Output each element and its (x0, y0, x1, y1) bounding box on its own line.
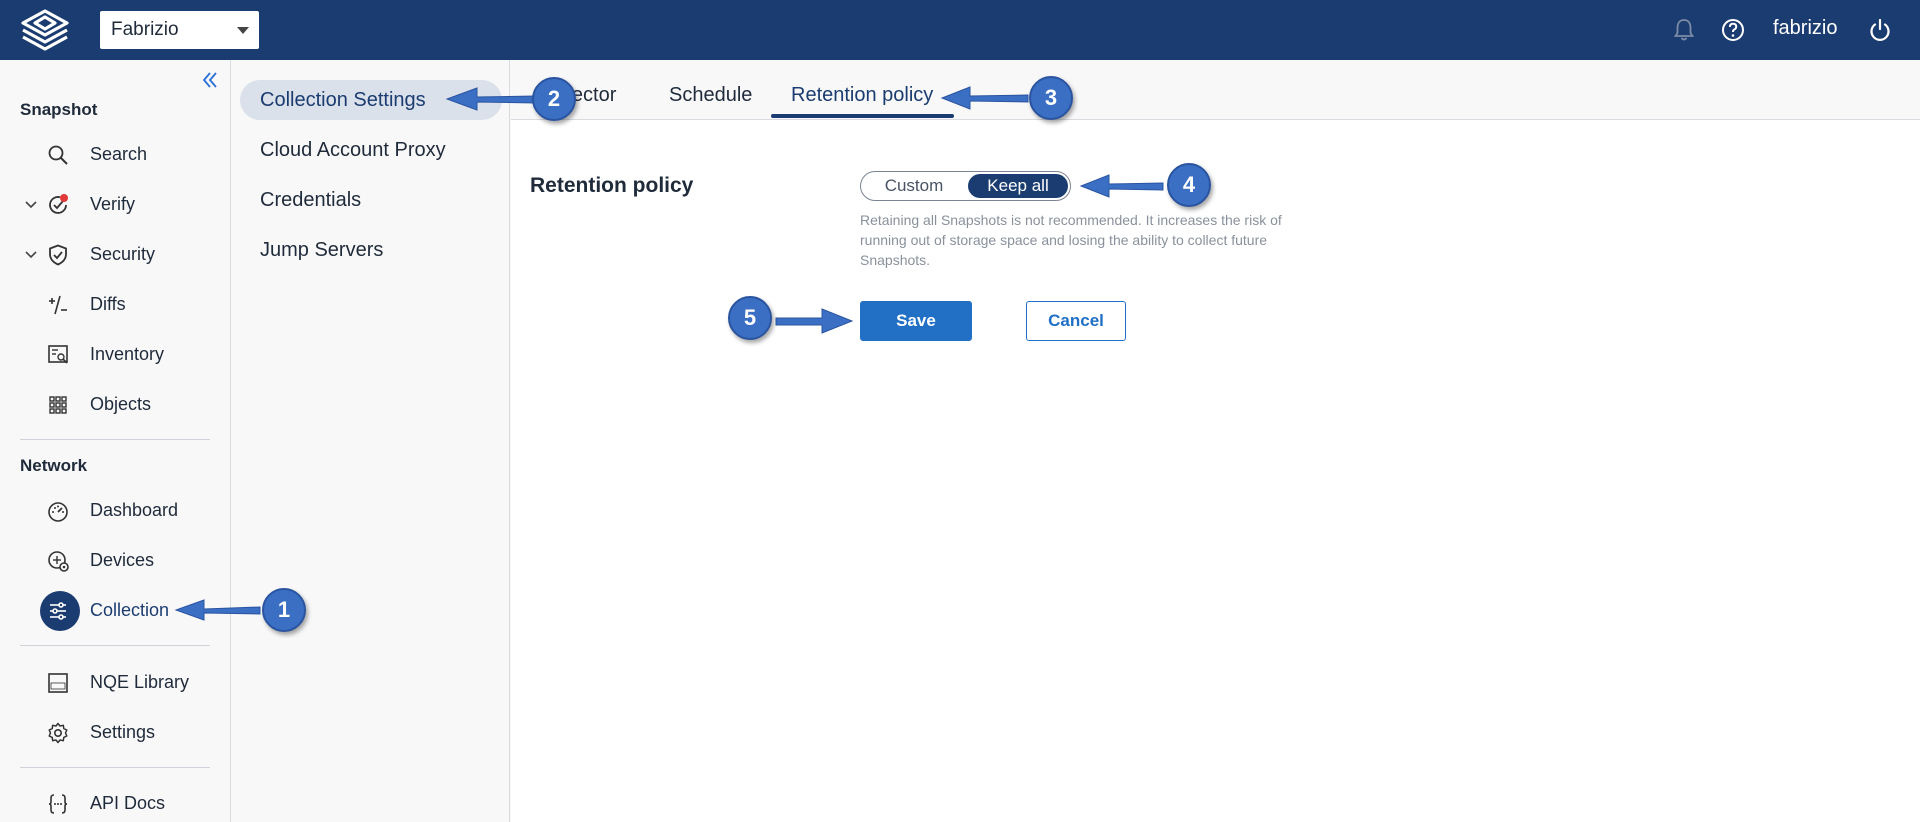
annotation-badge-4: 4 (1167, 163, 1211, 207)
top-bar: Fabrizio fabrizio (0, 0, 1920, 60)
chevron-down-icon[interactable] (24, 248, 38, 262)
sidebar-item-dashboard[interactable]: Dashboard (40, 491, 220, 531)
verify-icon (49, 194, 68, 214)
sidebar-item-label: Diffs (90, 294, 126, 314)
subnav-item-credentials[interactable]: Credentials (240, 180, 502, 220)
annotation-badge-3: 3 (1029, 76, 1073, 120)
toggle-option-custom[interactable]: Custom (864, 174, 964, 198)
username[interactable]: fabrizio (1773, 17, 1837, 40)
annotation-arrow-2 (445, 87, 536, 111)
annotation-arrow-3 (940, 86, 1029, 110)
section-title-snapshot: Snapshot (20, 100, 98, 119)
sidebar-item-label: Objects (90, 394, 152, 414)
braces-icon (48, 794, 68, 814)
divider (20, 645, 210, 646)
shield-icon (49, 244, 67, 266)
nqe-icon (48, 673, 68, 693)
save-changes-button[interactable]: Save changes (860, 301, 972, 368)
sidebar-item-nqe-library[interactable]: NQE Library (40, 663, 220, 703)
sidebar-item-settings[interactable]: Settings (40, 713, 220, 753)
sidebar-item-search[interactable]: Search (40, 135, 220, 175)
grid-icon (49, 396, 67, 414)
annotation-arrow-4 (1079, 174, 1164, 198)
sidebar-item-label: Search (90, 144, 148, 164)
annotation-badge-1: 1 (262, 588, 306, 632)
toggle-option-keep-all[interactable]: Keep all (968, 174, 1068, 198)
sidebar-item-devices[interactable]: Devices (40, 541, 220, 581)
divider (20, 439, 210, 440)
sidebar-item-label: Dashboard (90, 500, 179, 520)
bell-icon[interactable] (1670, 16, 1698, 44)
subnav-item-jump-servers[interactable]: Jump Servers (240, 230, 502, 270)
subnav-item-label: Jump Servers (260, 239, 384, 261)
retention-policy-label: Retention policy (530, 174, 694, 197)
subnav-item-label: Cloud Account Proxy (260, 139, 446, 161)
sidebar-item-security[interactable]: Security (25, 235, 220, 275)
sidebar-item-label: API Docs (90, 793, 166, 813)
diff-icon (49, 295, 67, 315)
help-icon[interactable] (1719, 16, 1747, 44)
annotation-arrow-5 (775, 308, 854, 334)
main-content: llector Schedule Retention policy Retent… (511, 60, 1920, 822)
subnav-item-label: Collection Settings (260, 89, 426, 111)
sidebar-item-verify[interactable]: Verify (25, 185, 220, 225)
annotation-badge-5: 5 (728, 296, 772, 340)
sidebar-item-api-docs[interactable]: API Docs (40, 784, 220, 822)
sidebar-item-label: Verify (90, 194, 136, 214)
subnav-item-label: Credentials (260, 189, 362, 211)
cancel-button[interactable]: Cancel (1026, 301, 1126, 341)
gear-icon (48, 722, 68, 744)
double-chevron-left-icon[interactable] (200, 70, 220, 90)
active-tab-indicator (771, 114, 954, 118)
sidebar-item-label: NQE Library (90, 672, 190, 692)
sidebar-item-objects[interactable]: Objects (40, 385, 220, 425)
retention-help-text: Retaining all Snapshots is not recommend… (860, 212, 1282, 268)
tab-retention-policy[interactable]: Retention policy (791, 84, 933, 107)
tab-bar: llector Schedule Retention policy (511, 60, 1920, 120)
divider (20, 767, 210, 768)
subnav-item-cloud-account-proxy[interactable]: Cloud Account Proxy (240, 130, 502, 170)
tab-schedule[interactable]: Schedule (669, 84, 752, 107)
sidebar-item-label: Security (90, 244, 156, 264)
retention-toggle[interactable]: Custom Keep all (860, 171, 1071, 201)
settings-subnav: Collection Settings Cloud Account Proxy … (232, 60, 510, 822)
annotation-arrow-1 (174, 599, 261, 621)
chevron-down-icon[interactable] (24, 198, 38, 212)
sidebar-item-label: Devices (90, 550, 155, 570)
search-icon (48, 145, 68, 165)
sidebar-item-inventory[interactable]: Inventory (40, 335, 220, 375)
sidebar-item-label: Collection (90, 600, 170, 620)
annotation-badge-2: 2 (532, 77, 576, 121)
sidebar: Snapshot Search Verify Security Diffs In… (0, 60, 231, 822)
sidebar-item-label: Inventory (90, 344, 165, 364)
caret-down-icon (237, 27, 249, 34)
section-title-network: Network (20, 456, 88, 475)
workspace-label: Fabrizio (111, 19, 179, 40)
sidebar-item-diffs[interactable]: Diffs (40, 285, 220, 325)
sidebar-item-label: Settings (90, 722, 156, 742)
power-icon[interactable] (1866, 16, 1894, 44)
inventory-icon (48, 345, 68, 364)
workspace-selector[interactable]: Fabrizio (100, 11, 259, 49)
forward-logo-icon[interactable] (18, 8, 72, 52)
devices-icon (48, 551, 69, 572)
gauge-icon (48, 502, 68, 522)
sliders-icon (50, 602, 66, 620)
